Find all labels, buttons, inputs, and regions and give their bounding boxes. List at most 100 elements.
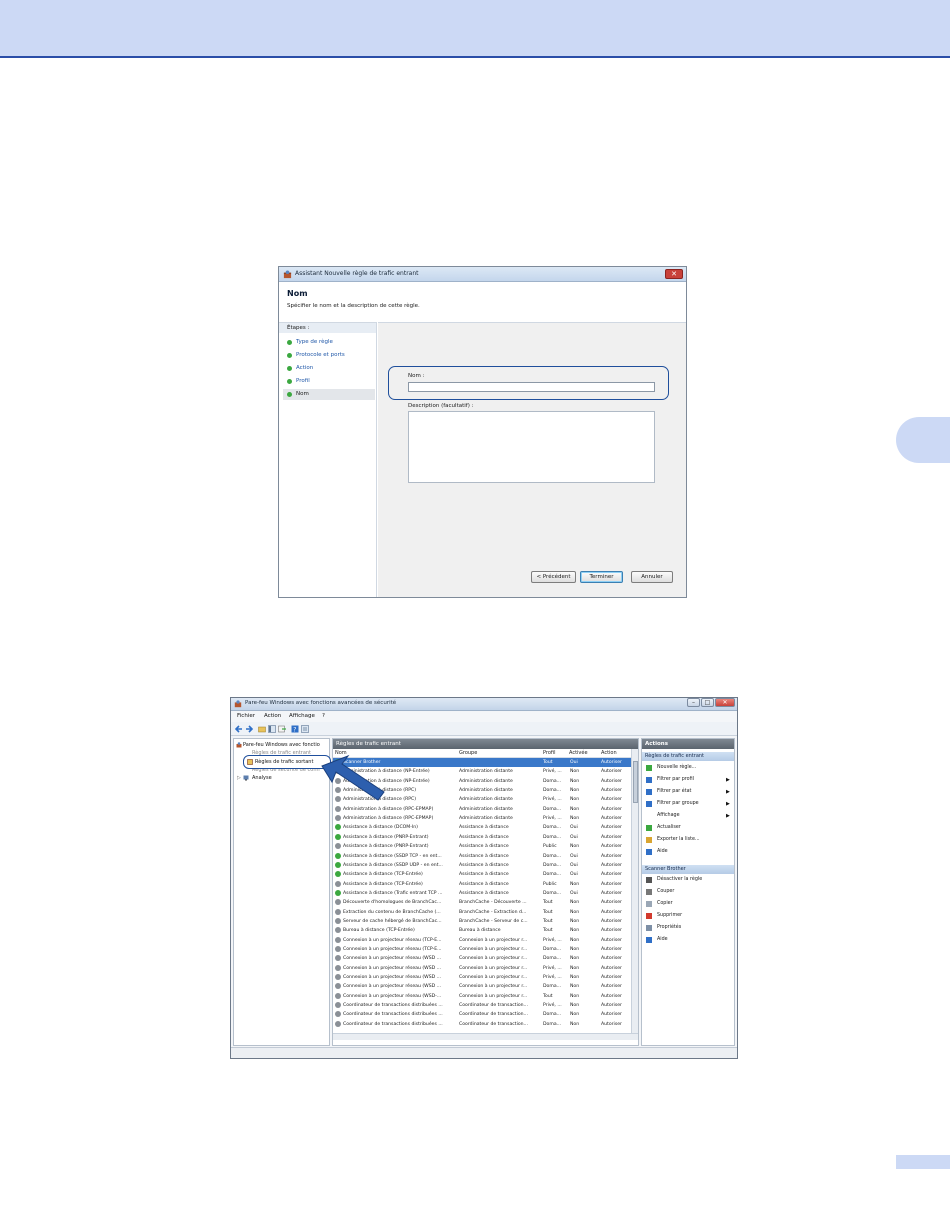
cell-action: Autoriser <box>601 806 622 812</box>
action-item[interactable]: Exporter la liste... <box>646 835 700 845</box>
action-item[interactable]: Nouvelle règle... <box>646 763 696 773</box>
minimize-button[interactable]: – <box>687 698 700 707</box>
cell-groupe: Assistance à distance <box>459 872 509 878</box>
tree-analyse[interactable]: Analyse <box>252 775 272 781</box>
table-row[interactable]: Connexion à un projecteur réseau (TCP-E.… <box>333 945 631 954</box>
table-row[interactable]: Découverte d'homologues de BranchCac... B… <box>333 898 631 907</box>
action-item[interactable]: Filtrer par état <box>646 787 691 797</box>
maximize-button[interactable]: □ <box>701 698 714 707</box>
cell-profil: Tout <box>543 928 553 934</box>
table-row[interactable]: Coordinateur de transactions distribuées… <box>333 1010 631 1019</box>
cell-groupe: Assistance à distance <box>459 881 509 887</box>
cell-activee: Non <box>570 918 580 924</box>
table-row[interactable]: Connexion à un projecteur réseau (WSD ..… <box>333 982 631 991</box>
cell-action: Autoriser <box>601 862 622 868</box>
action-label: Filtrer par profil <box>657 777 694 782</box>
action-item[interactable]: Couper <box>646 887 674 897</box>
vertical-scrollbar[interactable] <box>631 749 638 1033</box>
table-row[interactable]: Connexion à un projecteur réseau (WSD ..… <box>333 954 631 963</box>
actions-section-selected[interactable]: Scanner Brother <box>642 865 734 874</box>
table-row[interactable]: Connexion à un projecteur réseau (WSD-..… <box>333 992 631 1001</box>
expand-icon[interactable]: ▷ <box>237 775 241 781</box>
column-action[interactable]: Action <box>601 750 617 756</box>
wizard-subtitle: Spécifier le nom et la description de ce… <box>287 303 420 309</box>
cancel-button[interactable]: Annuler <box>631 571 673 583</box>
scroll-thumb[interactable] <box>633 761 638 803</box>
back-button[interactable]: < Précédent <box>531 571 576 583</box>
console-tree-icon[interactable] <box>268 725 276 733</box>
close-button[interactable]: ✕ <box>665 269 683 279</box>
cell-nom: Connexion à un projecteur réseau (WSD ..… <box>343 956 442 962</box>
table-row[interactable]: Administration à distance (RPC-EPMAP) Adm… <box>333 805 631 814</box>
allow-rule-icon <box>335 852 341 859</box>
horizontal-scrollbar[interactable] <box>333 1033 638 1040</box>
cell-action: Autoriser <box>601 872 622 878</box>
cell-profil: Tout <box>543 918 553 924</box>
cell-action: Autoriser <box>601 844 622 850</box>
menu-action[interactable]: Action <box>264 713 281 719</box>
action-item[interactable]: Filtrer par groupe <box>646 799 699 809</box>
step-type-de-regle[interactable]: Type de règle <box>283 337 375 348</box>
action-item[interactable]: Actualiser <box>646 823 681 833</box>
action-item[interactable]: Désactiver la règle <box>646 875 702 885</box>
column-profil[interactable]: Profil <box>543 750 555 756</box>
cell-activee: Non <box>570 965 580 971</box>
forward-arrow-icon[interactable] <box>245 725 253 733</box>
properties-icon[interactable] <box>301 725 309 733</box>
action-item[interactable]: Supprimer <box>646 911 682 921</box>
action-item[interactable]: Copier <box>646 899 673 909</box>
back-arrow-icon[interactable] <box>235 725 243 733</box>
step-nom[interactable]: Nom <box>283 389 375 400</box>
finish-button[interactable]: Terminer <box>580 571 623 583</box>
column-groupe[interactable]: Groupe <box>459 750 477 756</box>
table-row[interactable]: Connexion à un projecteur réseau (WSD ..… <box>333 973 631 982</box>
table-row[interactable]: Connexion à un projecteur réseau (TCP-E.… <box>333 936 631 945</box>
step-profil[interactable]: Profil <box>283 376 375 387</box>
cell-groupe: Assistance à distance <box>459 844 509 850</box>
menu-affichage[interactable]: Affichage <box>289 713 315 719</box>
table-row[interactable]: Bureau à distance (TCP-Entrée) Bureau à d… <box>333 926 631 935</box>
table-row[interactable]: Assistance à distance (TCP-Entrée) Assist… <box>333 880 631 889</box>
menu-help[interactable]: ? <box>322 713 325 719</box>
action-item[interactable]: Filtrer par profil <box>646 775 694 785</box>
table-row[interactable]: Coordinateur de transactions distribuées… <box>333 1020 631 1029</box>
close-button[interactable]: ✕ <box>715 698 735 707</box>
table-row[interactable]: Assistance à distance (PNRP-Entrant) Assi… <box>333 833 631 842</box>
table-row[interactable]: Connexion à un projecteur réseau (WSD ..… <box>333 964 631 973</box>
table-row[interactable]: Extraction du contenu de BranchCache (..… <box>333 908 631 917</box>
export-icon[interactable] <box>278 725 286 733</box>
tree-root[interactable]: Pare-feu Windows avec fonctio <box>243 742 320 748</box>
table-row[interactable]: Assistance à distance (DCOM-In) Assistanc… <box>333 823 631 832</box>
action-item[interactable]: Aide <box>646 847 668 857</box>
table-row[interactable]: Assistance à distance (Trafic entrant TC… <box>333 889 631 898</box>
description-textarea[interactable] <box>408 411 655 483</box>
step-protocole-et-ports[interactable]: Protocole et ports <box>283 350 375 361</box>
table-row[interactable]: Coordinateur de transactions distribuées… <box>333 1001 631 1010</box>
tree-outbound-rules[interactable]: Règles de trafic sortant <box>255 759 313 765</box>
table-row[interactable]: Assistance à distance (TCP-Entrée) Assist… <box>333 870 631 879</box>
table-row[interactable]: Serveur de cache hébergé de BranchCac...… <box>333 917 631 926</box>
up-folder-icon[interactable] <box>258 725 266 733</box>
table-row[interactable]: Administration à distance (RPC-EPMAP) Adm… <box>333 814 631 823</box>
step-label: Action <box>296 365 314 371</box>
actions-section-inbound[interactable]: Règles de trafic entrant <box>642 752 734 761</box>
submenu-arrow-icon: ▶ <box>726 801 730 807</box>
help-icon[interactable]: ? <box>291 725 299 733</box>
disable-icon <box>646 877 652 883</box>
cell-activee: Non <box>570 844 580 850</box>
action-item[interactable]: Propriétés <box>646 923 681 933</box>
allow-rule-icon <box>335 824 341 831</box>
cell-nom: Connexion à un projecteur réseau (TCP-E.… <box>343 947 442 952</box>
table-row[interactable]: Assistance à distance (SSDP UDP - en ent… <box>333 861 631 870</box>
column-activee[interactable]: Activée <box>569 750 588 756</box>
menu-fichier[interactable]: Fichier <box>237 713 255 719</box>
table-row[interactable]: Assistance à distance (PNRP-Entrant) Assi… <box>333 842 631 851</box>
action-item[interactable]: Aide <box>646 935 668 945</box>
table-row[interactable]: Assistance à distance (SSDP TCP - en ent… <box>333 852 631 861</box>
cell-profil: Tout <box>543 900 553 906</box>
cell-nom: Assistance à distance (DCOM-In) <box>343 825 418 831</box>
action-item[interactable]: Affichage <box>646 811 680 821</box>
cell-groupe: Administration distante <box>459 788 513 794</box>
step-action[interactable]: Action <box>283 363 375 374</box>
disabled-rule-icon <box>335 955 341 962</box>
